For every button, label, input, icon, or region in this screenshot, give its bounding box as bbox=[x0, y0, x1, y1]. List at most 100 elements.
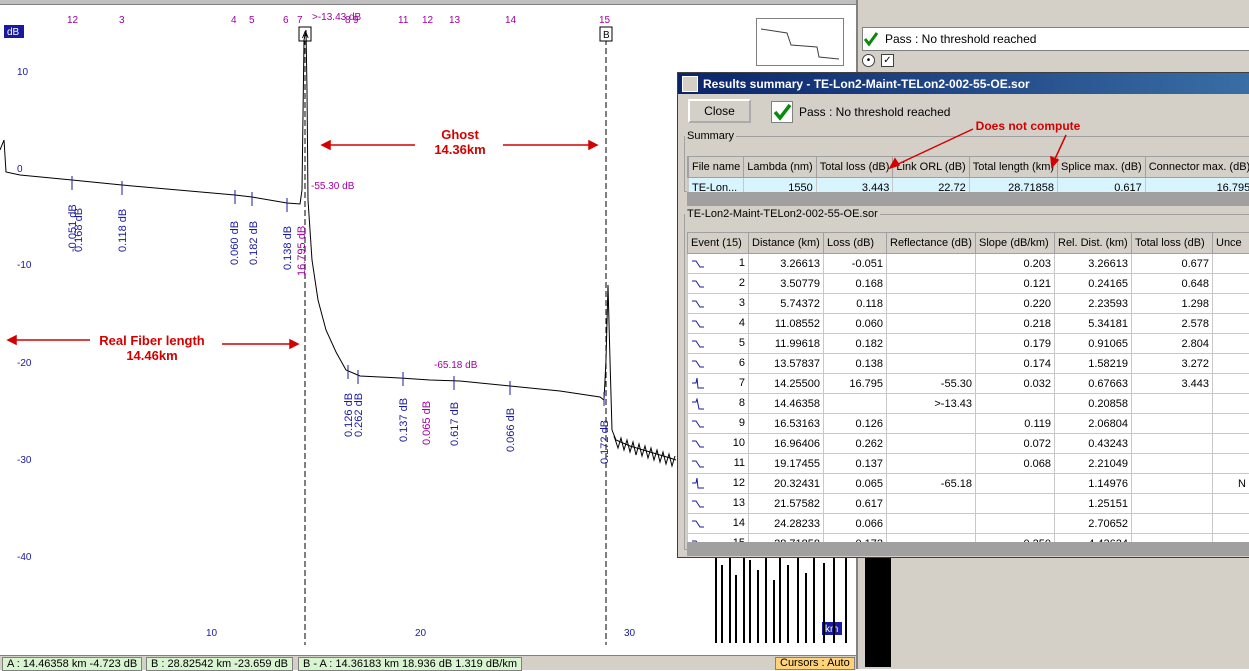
table-row[interactable]: 35.743720.1180.2202.235931.298 bbox=[688, 294, 1249, 314]
cell: 0.179 bbox=[976, 334, 1055, 354]
cell: 0.068 bbox=[976, 454, 1055, 474]
event-cell: 14 bbox=[688, 514, 749, 534]
event-type-icon bbox=[691, 518, 705, 530]
event-type-icon bbox=[691, 378, 705, 390]
cell bbox=[887, 494, 976, 514]
table-row[interactable]: 511.996180.1820.1790.910652.804 bbox=[688, 334, 1249, 354]
table-row[interactable]: 13.26613-0.0510.2033.266130.677 bbox=[688, 254, 1249, 274]
event-number: 11 bbox=[398, 15, 409, 26]
event-bars-graphic bbox=[706, 555, 856, 643]
event-tick-marks bbox=[72, 176, 604, 406]
cell: 3.26613 bbox=[749, 254, 824, 274]
cell bbox=[1132, 394, 1213, 414]
y-tick-label: -10 bbox=[17, 260, 32, 271]
radio-button[interactable]: • bbox=[862, 54, 875, 67]
cell: 0.43243 bbox=[1055, 434, 1132, 454]
table-row[interactable]: 613.578370.1380.1741.582193.272 bbox=[688, 354, 1249, 374]
column-header[interactable]: Unce bbox=[1213, 233, 1249, 254]
cell: 13.57837 bbox=[749, 354, 824, 374]
cell: >-13.43 bbox=[887, 394, 976, 414]
cell bbox=[1213, 254, 1249, 274]
table-row[interactable]: 411.085520.0600.2185.341812.578 bbox=[688, 314, 1249, 334]
ghost-arrow-right-head bbox=[589, 141, 597, 149]
column-header[interactable]: File name bbox=[689, 157, 744, 178]
event-type-icon bbox=[691, 438, 705, 450]
y-tick-label: -40 bbox=[17, 552, 32, 563]
event-number: 2 bbox=[739, 277, 745, 289]
table-row[interactable]: 1119.174550.1370.0682.21049 bbox=[688, 454, 1249, 474]
real-fiber-annotation-line1: Real Fiber length bbox=[88, 333, 216, 348]
column-header[interactable]: Total loss (dB) bbox=[1132, 233, 1213, 254]
cell: 21.57582 bbox=[749, 494, 824, 514]
table-row[interactable]: 714.2550016.795-55.300.0320.676633.443 bbox=[688, 374, 1249, 394]
trace-thumbnail[interactable] bbox=[756, 18, 844, 66]
cursors-mode-button[interactable]: Cursors : Auto bbox=[775, 657, 855, 670]
loss-label: 0.118 dB bbox=[117, 209, 129, 252]
check-icon bbox=[863, 31, 879, 47]
column-header[interactable]: Distance (km) bbox=[749, 233, 824, 254]
cell: 16.96406 bbox=[749, 434, 824, 454]
event-type-icon bbox=[691, 318, 705, 330]
cell bbox=[1213, 314, 1249, 334]
event-cell: 11 bbox=[688, 454, 749, 474]
events-scrollbar[interactable] bbox=[687, 542, 1249, 556]
cell: 0.218 bbox=[976, 314, 1055, 334]
pass-status-text: Pass : No threshold reached bbox=[799, 105, 950, 119]
cell: 2.70652 bbox=[1055, 514, 1132, 534]
column-header[interactable]: Connector max. (dB) bbox=[1145, 157, 1249, 178]
event-number: 12 bbox=[67, 15, 79, 26]
y-unit-label: dB bbox=[7, 27, 20, 38]
event-type-icon bbox=[691, 358, 705, 370]
cell: 0.20858 bbox=[1055, 394, 1132, 414]
cell: 0.126 bbox=[824, 414, 887, 434]
summary-scrollbar[interactable] bbox=[687, 192, 1249, 206]
cell: 2.578 bbox=[1132, 314, 1213, 334]
loss-label: 0.137 dB bbox=[398, 398, 410, 442]
table-row[interactable]: 814.46358>-13.430.20858 bbox=[688, 394, 1249, 414]
y-tick-label: -20 bbox=[17, 358, 32, 369]
cell bbox=[1213, 414, 1249, 434]
cell: 0.118 bbox=[824, 294, 887, 314]
cell: 16.53163 bbox=[749, 414, 824, 434]
cell: 2.804 bbox=[1132, 334, 1213, 354]
table-row[interactable]: 1424.282330.0662.70652 bbox=[688, 514, 1249, 534]
column-header[interactable]: Lambda (nm) bbox=[744, 157, 816, 178]
cell bbox=[887, 514, 976, 534]
table-row[interactable]: 1321.575820.6171.25151 bbox=[688, 494, 1249, 514]
results-summary-window[interactable]: Results summary - TE-Lon2-Maint-TELon2-0… bbox=[677, 72, 1249, 558]
cell: 0.121 bbox=[976, 274, 1055, 294]
table-row[interactable]: 23.507790.1680.1210.241650.648 bbox=[688, 274, 1249, 294]
cell: 0.137 bbox=[824, 454, 887, 474]
cell bbox=[1213, 274, 1249, 294]
cell: 0.203 bbox=[976, 254, 1055, 274]
event-number: 3 bbox=[739, 297, 745, 309]
cell bbox=[887, 294, 976, 314]
event-number: 5 bbox=[249, 15, 255, 26]
cell bbox=[1132, 514, 1213, 534]
cell: 20.32431 bbox=[749, 474, 824, 494]
table-row[interactable]: 1016.964060.2620.0720.43243 bbox=[688, 434, 1249, 454]
table-row[interactable]: 916.531630.1260.1192.06804 bbox=[688, 414, 1249, 434]
cell: 16.795 bbox=[824, 374, 887, 394]
cell bbox=[887, 254, 976, 274]
reflect-label: -65.18 dB bbox=[434, 360, 478, 371]
close-button[interactable]: Close bbox=[688, 99, 751, 123]
column-header[interactable]: Event (15) bbox=[688, 233, 749, 254]
cell bbox=[1132, 434, 1213, 454]
event-number: 10 bbox=[733, 437, 745, 449]
loss-label: 0.168 dB bbox=[73, 208, 85, 252]
column-header[interactable]: Rel. Dist. (km) bbox=[1055, 233, 1132, 254]
column-header[interactable]: Loss (dB) bbox=[824, 233, 887, 254]
cell bbox=[1213, 374, 1249, 394]
column-header[interactable]: Reflectance (dB) bbox=[887, 233, 976, 254]
window-titlebar[interactable]: Results summary - TE-Lon2-Maint-TELon2-0… bbox=[678, 73, 1249, 94]
loss-label: 0.262 dB bbox=[353, 393, 365, 437]
table-row[interactable]: 1220.324310.065-65.181.14976N bbox=[688, 474, 1249, 494]
event-cell: 10 bbox=[688, 434, 749, 454]
cell bbox=[976, 474, 1055, 494]
cell: 0.182 bbox=[824, 334, 887, 354]
column-header[interactable]: Slope (dB/km) bbox=[976, 233, 1055, 254]
checkbox[interactable]: ✓ bbox=[881, 54, 894, 67]
cell: 0.065 bbox=[824, 474, 887, 494]
otdr-trace-line bbox=[0, 30, 676, 460]
